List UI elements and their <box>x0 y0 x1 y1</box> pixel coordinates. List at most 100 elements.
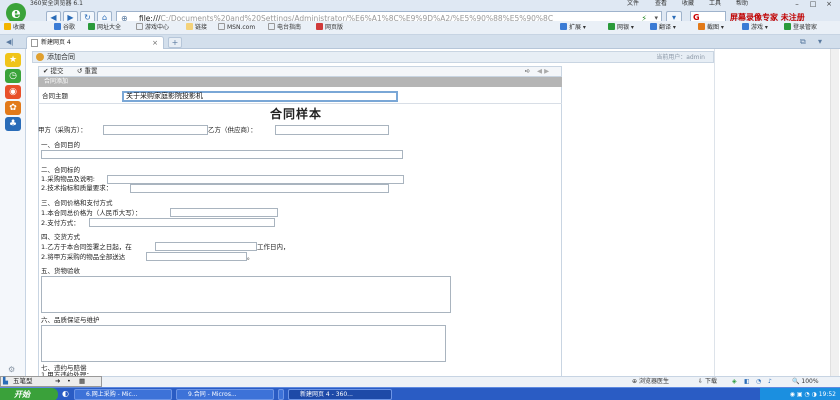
page-icon <box>218 23 225 30</box>
folder-icon <box>186 23 193 30</box>
scissors-icon <box>698 23 705 30</box>
back-arrow-icon[interactable]: ➪ <box>525 67 530 76</box>
favorites-bar: 收藏 谷歌 网址大全 游戏中心 链接 MSN.com 电台指南 网页版 扩展 ▾… <box>0 21 840 35</box>
toolbar-translate[interactable]: 翻译 ▾ <box>650 21 676 35</box>
tab-list-icon[interactable]: ▾ <box>818 36 822 48</box>
purpose-input[interactable] <box>41 150 403 159</box>
warranty-textarea[interactable] <box>41 325 446 362</box>
zoom-level[interactable]: 🔍 100% <box>792 377 819 387</box>
toolbar-screenshot[interactable]: 截图 ▾ <box>698 21 724 35</box>
taskbar-item-contract[interactable]: 9.合同 - Micros... <box>176 389 274 400</box>
specs-input[interactable] <box>130 184 389 193</box>
items-input[interactable] <box>107 175 404 184</box>
favorites-item-google[interactable]: 谷歌 <box>54 21 75 35</box>
favorites-item-games[interactable]: 游戏中心 <box>136 21 169 35</box>
section-bar: 合同添加 <box>38 77 562 87</box>
menu-view[interactable]: 查看 <box>655 0 667 8</box>
close-icon[interactable]: × <box>822 0 836 8</box>
form-toolbar: ✔ 提交 ↺ 重置 ➪ ◀ ▶ <box>38 66 562 77</box>
sidebar-settings-icon[interactable]: ⚙ <box>8 365 15 374</box>
party-a-input[interactable] <box>103 125 208 135</box>
panel-title: 添加合同 <box>47 53 75 61</box>
shield-icon <box>608 23 615 30</box>
ime-shape-icon[interactable]: ➜ <box>55 377 60 386</box>
subject-label: 合同主题 <box>42 92 68 100</box>
tray-icons[interactable]: ◉ ▣ ◔ ◑ <box>790 391 819 398</box>
favorites-item-msn[interactable]: MSN.com <box>218 21 255 35</box>
panel-header: 添加合同 当前用户：admin <box>32 51 714 63</box>
menu-tools[interactable]: 工具 <box>709 0 721 8</box>
weibo-icon[interactable]: ◉ <box>5 85 21 99</box>
party-b-input[interactable] <box>275 125 389 135</box>
logo-e-icon: e <box>6 3 26 23</box>
favorites-item-web[interactable]: 网页版 <box>316 21 343 35</box>
toolbar-extensions[interactable]: 扩展 ▾ <box>560 21 586 35</box>
taskbar-item-procurement[interactable]: 6.网上采购 - Mic... <box>74 389 172 400</box>
favorites-item-radio[interactable]: 电台指南 <box>268 21 301 35</box>
menu-help[interactable]: 帮助 <box>736 0 748 8</box>
ime-label[interactable]: 五笔型 <box>13 377 33 386</box>
toolbar-bank[interactable]: 网银 ▾ <box>608 21 634 35</box>
menu-file[interactable]: 文件 <box>627 0 639 8</box>
section-4-heading: 四、交货方式 <box>41 233 80 241</box>
subject-input[interactable]: 关于采购家庭影院投影机 <box>122 91 398 102</box>
favorites-item-sites[interactable]: 网址大全 <box>88 21 121 35</box>
delivery-days-input[interactable] <box>155 242 257 251</box>
status-icon-1[interactable]: ◈ <box>732 377 737 387</box>
browser-doctor[interactable]: ⊕ 浏览器医生 <box>632 377 669 387</box>
submit-button[interactable]: ✔ 提交 <box>43 67 64 76</box>
maximize-icon[interactable]: □ <box>806 0 820 8</box>
status-icon-4[interactable]: ♪ <box>768 377 772 387</box>
ime-punct-icon[interactable]: • <box>67 377 71 386</box>
favorites-item-collect[interactable]: 收藏 <box>4 21 25 35</box>
site-icon <box>88 23 95 30</box>
restore-icon[interactable]: ⧉ <box>800 36 806 48</box>
status-icon-2[interactable]: ◧ <box>744 377 750 387</box>
gamepad-icon <box>742 23 749 30</box>
new-tab-button[interactable]: + <box>168 37 182 48</box>
party-b-label: 乙方（供应商）： <box>208 126 257 134</box>
title-bar: 360安全浏览器 6.1 文件 查看 收藏 工具 帮助 – □ × <box>0 0 840 8</box>
delivery-place-label: 2.将甲方采购的物品全部送达 <box>41 253 126 261</box>
toolbar-games[interactable]: 游戏 ▾ <box>742 21 768 35</box>
payment-input[interactable] <box>89 218 275 227</box>
app-gear-icon[interactable]: ✿ <box>5 101 21 115</box>
extensions-icon <box>560 23 567 30</box>
scrollbar-track[interactable] <box>830 49 839 376</box>
close-tab-icon[interactable]: × <box>152 37 158 49</box>
start-button[interactable]: 开始 <box>0 388 58 400</box>
menu-favorites[interactable]: 收藏 <box>682 0 694 8</box>
page-icon <box>268 23 275 30</box>
section-3-heading: 三、合同价格和支付方式 <box>41 199 113 207</box>
total-price-label: 1.本合同总价格为（人民币大写）： <box>41 209 142 217</box>
nav-arrows-icon[interactable]: ◀ ▶ <box>537 67 549 76</box>
delivery-days-label: 1.乙方于本合同签署之日起，在 <box>41 243 132 251</box>
quick-launch-icon[interactable]: ◐ <box>62 389 69 398</box>
clock: 19:52 <box>818 391 836 398</box>
status-icon-3[interactable]: ◔ <box>756 377 761 387</box>
delivery-place-input[interactable] <box>146 252 247 261</box>
section-6-heading: 六、品质保证与维护 <box>41 316 100 324</box>
reset-button[interactable]: ↺ 重置 <box>77 67 98 76</box>
google-icon <box>54 23 61 30</box>
tab-new-page-4[interactable]: 新建网页 4 × <box>26 36 164 49</box>
document-title: 合同样本 <box>270 107 323 121</box>
favorites-star-icon[interactable]: ★ <box>5 53 21 67</box>
ime-keyboard-icon[interactable]: ▦ <box>79 377 85 386</box>
app-people-icon[interactable]: ♣ <box>5 117 21 131</box>
delivery-days-suffix: 工作日内， <box>257 243 290 251</box>
history-clock-icon[interactable]: ◷ <box>5 69 21 83</box>
toolbar-login[interactable]: 登录管家 <box>784 21 817 35</box>
taskbar: 开始 ◐ 6.网上采购 - Mic... 9.合同 - Micros... 新建… <box>0 387 840 400</box>
total-price-input[interactable] <box>170 208 278 217</box>
download-status[interactable]: ⇩ 下载 <box>698 377 717 387</box>
minimize-icon[interactable]: – <box>790 0 804 8</box>
favorites-item-links[interactable]: 链接 <box>186 21 207 35</box>
taskbar-item-blank[interactable] <box>278 389 284 400</box>
tab-menu-icon[interactable]: ◀| <box>6 36 14 48</box>
delivery-place-suffix: 。 <box>247 253 254 261</box>
ime-bar: ▙ 五笔型 ➜ • ▦ <box>0 376 102 387</box>
page-icon <box>136 23 143 30</box>
taskbar-item-browser[interactable]: 新建网页 4 - 360... <box>288 389 392 400</box>
acceptance-textarea[interactable] <box>41 276 451 313</box>
